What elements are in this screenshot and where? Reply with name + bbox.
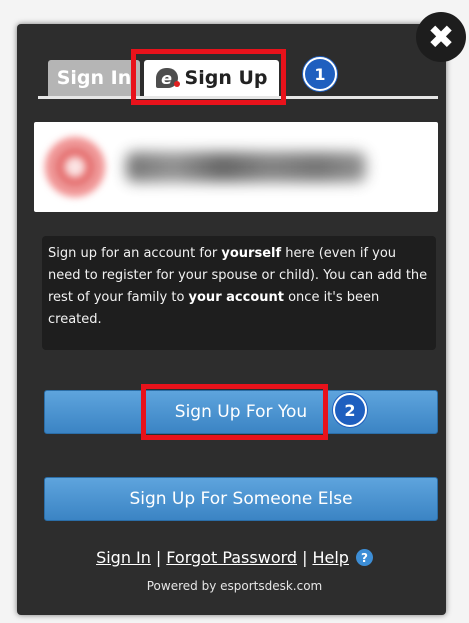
info-text-bold-yourself: yourself [221,246,282,261]
organization-logo [46,138,104,196]
powered-by-text: Powered by esportsdesk.com [146,579,323,593]
organization-name-blurred [126,152,366,182]
tab-sign-in-label: Sign In [56,67,132,89]
sign-up-for-someone-else-label: Sign Up For Someone Else [129,489,353,509]
separator: | [155,548,162,567]
info-text-part1: Sign up for an account for [48,246,222,261]
sign-in-link[interactable]: Sign In [96,548,151,567]
highlight-sign-up-tab [131,49,286,105]
step-badge-2: 2 [333,393,367,427]
highlight-sign-up-for-you [141,384,328,440]
sign-up-for-someone-else-button[interactable]: Sign Up For Someone Else [44,477,438,521]
step-badge-1: 1 [303,57,337,91]
forgot-password-link[interactable]: Forgot Password [166,548,297,567]
info-text-bold-your-account: your account [188,290,284,305]
footer-links: Sign In | Forgot Password | Help ? [0,548,469,567]
signup-info-text: Sign up for an account for yourself here… [42,236,436,350]
tab-sign-in[interactable]: Sign In [48,60,140,96]
help-link[interactable]: Help [312,548,348,567]
organization-banner [34,122,438,212]
close-icon: ✖ [427,18,455,56]
help-icon[interactable]: ? [355,549,373,566]
close-button[interactable]: ✖ [416,12,466,62]
separator: | [302,548,308,567]
